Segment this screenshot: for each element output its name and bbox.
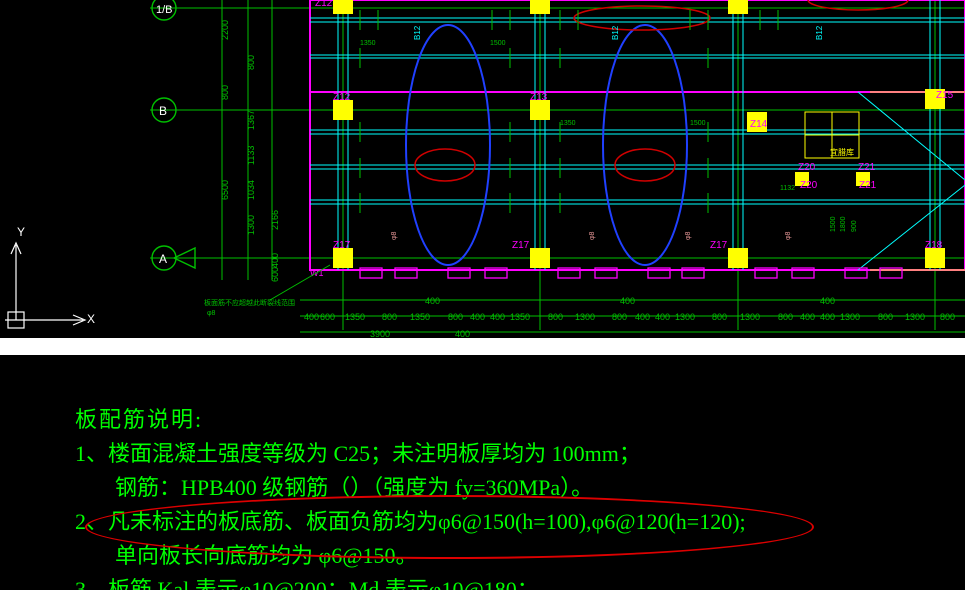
notes-title: 板配筋说明:	[75, 403, 746, 437]
svg-text:Z21: Z21	[858, 162, 876, 173]
svg-text:Z15: Z15	[936, 90, 954, 101]
svg-text:1132: 1132	[780, 185, 795, 192]
svg-text:400: 400	[820, 296, 835, 306]
svg-text:800: 800	[712, 312, 727, 322]
svg-text:1034: 1034	[246, 180, 256, 200]
svg-text:400: 400	[425, 296, 440, 306]
svg-text:1350: 1350	[560, 120, 576, 127]
svg-text:Z13: Z13	[530, 92, 548, 103]
svg-text:800: 800	[548, 312, 563, 322]
svg-text:Z17: Z17	[512, 240, 530, 251]
axis-b: B	[159, 104, 167, 118]
svg-text:φ8: φ8	[589, 231, 596, 240]
cad-drawing-panel: Y X	[0, 0, 965, 338]
svg-text:φ8: φ8	[685, 231, 692, 240]
svg-text:800: 800	[612, 312, 627, 322]
svg-text:Z17: Z17	[710, 240, 728, 251]
svg-text:Z20: Z20	[798, 162, 816, 173]
svg-text:1300: 1300	[675, 312, 695, 322]
svg-text:400: 400	[304, 312, 319, 322]
svg-text:1300: 1300	[905, 312, 925, 322]
svg-text:400: 400	[470, 312, 485, 322]
svg-text:900: 900	[851, 220, 858, 232]
svg-text:800: 800	[220, 85, 230, 100]
svg-text:800: 800	[382, 312, 397, 322]
svg-text:400: 400	[490, 312, 505, 322]
svg-text:1500: 1500	[830, 216, 837, 232]
svg-text:板面筋不应超越此断裂线范围: 板面筋不应超越此断裂线范围	[204, 298, 295, 307]
svg-text:φ8: φ8	[207, 310, 216, 317]
svg-text:B12: B12	[611, 25, 620, 40]
svg-text:800: 800	[878, 312, 893, 322]
highlight-ellipse	[85, 495, 814, 559]
svg-text:φ8: φ8	[785, 231, 792, 240]
svg-text:1500: 1500	[690, 120, 706, 127]
svg-text:B12: B12	[413, 25, 422, 40]
svg-text:1367: 1367	[246, 110, 256, 130]
notes-panel: 板配筋说明: 1、楼面混凝土强度等级为 C25；未注明板厚均为 100mm； 钢…	[0, 355, 965, 590]
svg-text:Z12: Z12	[333, 92, 351, 103]
svg-text:1350: 1350	[360, 40, 376, 47]
svg-text:2200: 2200	[220, 20, 230, 40]
svg-text:400: 400	[820, 312, 835, 322]
svg-text:400: 400	[655, 312, 670, 322]
svg-text:800: 800	[448, 312, 463, 322]
axis-1b: 1/B	[156, 4, 173, 16]
svg-text:600: 600	[320, 312, 335, 322]
svg-text:800: 800	[940, 312, 955, 322]
svg-text:1800: 1800	[840, 216, 847, 232]
svg-text:1300: 1300	[246, 215, 256, 235]
svg-text:3900: 3900	[370, 329, 390, 338]
svg-text:1300: 1300	[840, 312, 860, 322]
axis-a: A	[159, 252, 167, 266]
svg-text:1500: 1500	[490, 40, 506, 47]
svg-text:Z12: Z12	[315, 0, 333, 9]
svg-text:B12: B12	[815, 25, 824, 40]
svg-text:φ8: φ8	[391, 231, 398, 240]
svg-text:1350: 1350	[410, 312, 430, 322]
svg-text:400: 400	[800, 312, 815, 322]
cad-svg: 1/B B A Z12 Z12 Z13 Z14 Z15 Z20 Z20 Z21 …	[0, 0, 965, 338]
svg-text:1133: 1133	[246, 146, 256, 165]
svg-text:Z14: Z14	[750, 119, 768, 130]
svg-text:Z20: Z20	[800, 180, 818, 191]
svg-text:Z21: Z21	[859, 180, 877, 191]
svg-text:400: 400	[270, 253, 280, 268]
svg-text:1350: 1350	[345, 312, 365, 322]
svg-text:1300: 1300	[740, 312, 760, 322]
svg-text:1300: 1300	[575, 312, 595, 322]
svg-text:600: 600	[270, 267, 280, 282]
svg-text:800: 800	[778, 312, 793, 322]
note-1a: 1、楼面混凝土强度等级为 C25；未注明板厚均为 100mm；	[75, 441, 641, 466]
svg-text:400: 400	[635, 312, 650, 322]
svg-text:Z18: Z18	[925, 240, 943, 251]
svg-text:400: 400	[620, 296, 635, 306]
svg-text:2166: 2166	[270, 210, 280, 230]
svg-text:1350: 1350	[510, 312, 530, 322]
svg-text:宜腊库: 宜腊库	[830, 147, 854, 157]
note-3: 3、板筋 Kal 表示φ10@200；Md 表示φ10@180；	[75, 577, 539, 590]
svg-text:6500: 6500	[220, 180, 230, 200]
svg-text:Z17: Z17	[333, 240, 351, 251]
svg-text:800: 800	[246, 55, 256, 70]
svg-text:400: 400	[455, 329, 470, 338]
